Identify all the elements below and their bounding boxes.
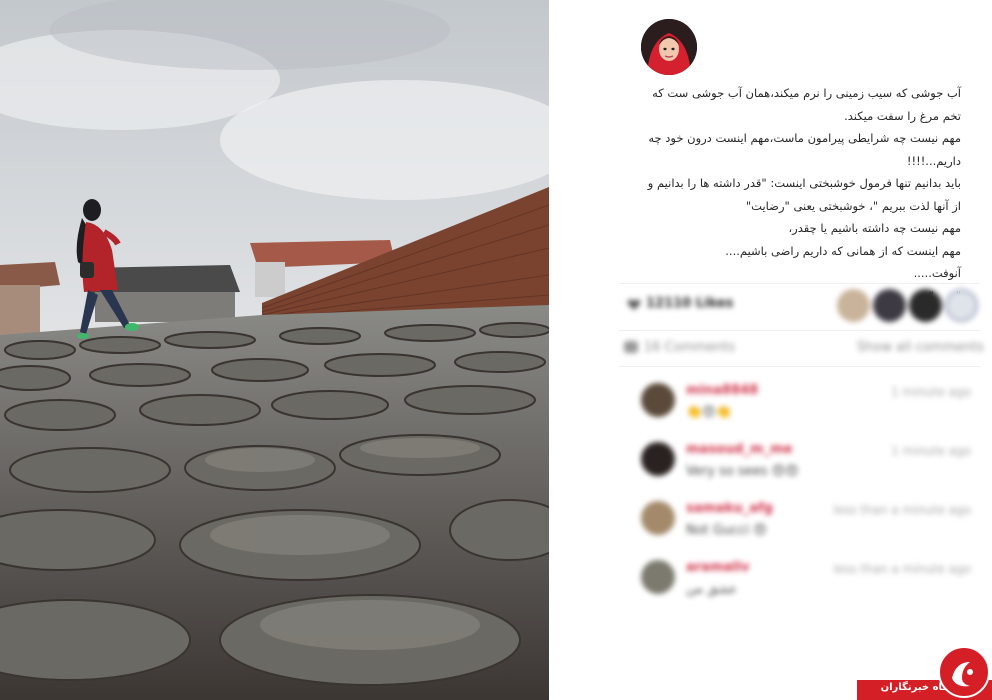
show-all-comments-link[interactable]: Show all comments [857, 340, 984, 355]
liker-avatars [837, 289, 987, 325]
comments-count[interactable]: 16 Comments [644, 340, 735, 355]
caption-line: از آنها لذت ببریم "، خوشبختی یعنی "رضایت… [745, 198, 961, 213]
comment-time: 1 minute ago [891, 444, 971, 458]
liker-avatar[interactable] [909, 289, 942, 322]
commenter-avatar[interactable] [641, 442, 675, 476]
divider [619, 366, 980, 367]
commenter-avatar[interactable] [641, 560, 675, 594]
caption-line: داریم...!!!! [906, 153, 961, 168]
comment-icon[interactable] [624, 341, 638, 353]
caption-line: مهم نیست چه شرایطی پیرامون ماست،مهم اینس… [648, 131, 961, 145]
comment-time: less than a minute ago [833, 562, 971, 576]
caption-line: تخم مرغ را سفت میکند. [844, 108, 961, 123]
comment-time: 1 minute ago [891, 385, 971, 399]
heart-icon[interactable] [627, 299, 641, 311]
comment-text: 👏😍👏 [686, 405, 732, 420]
comment-username[interactable]: mina8848 [686, 383, 758, 398]
post-details-panel: آب جوشی که سیب زمینی را نرم میکند،همان آ… [549, 0, 992, 700]
caption-line: آنوفت..... [913, 266, 961, 280]
comment-item: aramaliv عشق من less than a minute ago [641, 560, 971, 600]
comment-item: samaku_afg Not Gucci 😍 less than a minut… [641, 501, 971, 541]
liker-avatar[interactable] [945, 289, 978, 322]
likes-count[interactable]: 12110 Likes [646, 296, 733, 311]
caption-line: باید بدانیم تنها فرمول خوشبختی اینست: "ق… [647, 176, 961, 190]
post-photo [0, 0, 549, 700]
comment-text: عشق من [686, 582, 738, 597]
comment-username[interactable]: aramaliv [686, 560, 750, 575]
comment-username[interactable]: masoud_m_me [686, 442, 792, 457]
comment-item: masoud_m_me Very so sees 😍😍 1 minute ago [641, 442, 971, 482]
commenter-avatar[interactable] [641, 501, 675, 535]
caption-line: مهم نیست چه داشته باشیم یا چقدر، [788, 221, 961, 235]
caption-line: آب جوشی که سیب زمینی را نرم میکند،همان آ… [652, 86, 961, 100]
comment-username[interactable]: samaku_afg [686, 501, 773, 516]
liker-avatar[interactable] [873, 289, 906, 322]
comment-item: mina8848 👏😍👏 1 minute ago [641, 383, 971, 423]
commenter-avatar[interactable] [641, 383, 675, 417]
post-caption: آب جوشی که سیب زمینی را نرم میکند،همان آ… [629, 82, 961, 297]
comment-text: Very so sees 😍😍 [686, 464, 799, 479]
liker-avatar[interactable] [837, 289, 870, 322]
caption-line: مهم اینست که از همانی که داریم راضی باشی… [725, 243, 961, 258]
divider [619, 283, 980, 284]
watermark-logo [938, 646, 990, 698]
comment-time: less than a minute ago [833, 503, 971, 517]
author-avatar[interactable] [641, 19, 697, 75]
divider [619, 330, 980, 331]
comment-text: Not Gucci 😍 [686, 523, 767, 538]
